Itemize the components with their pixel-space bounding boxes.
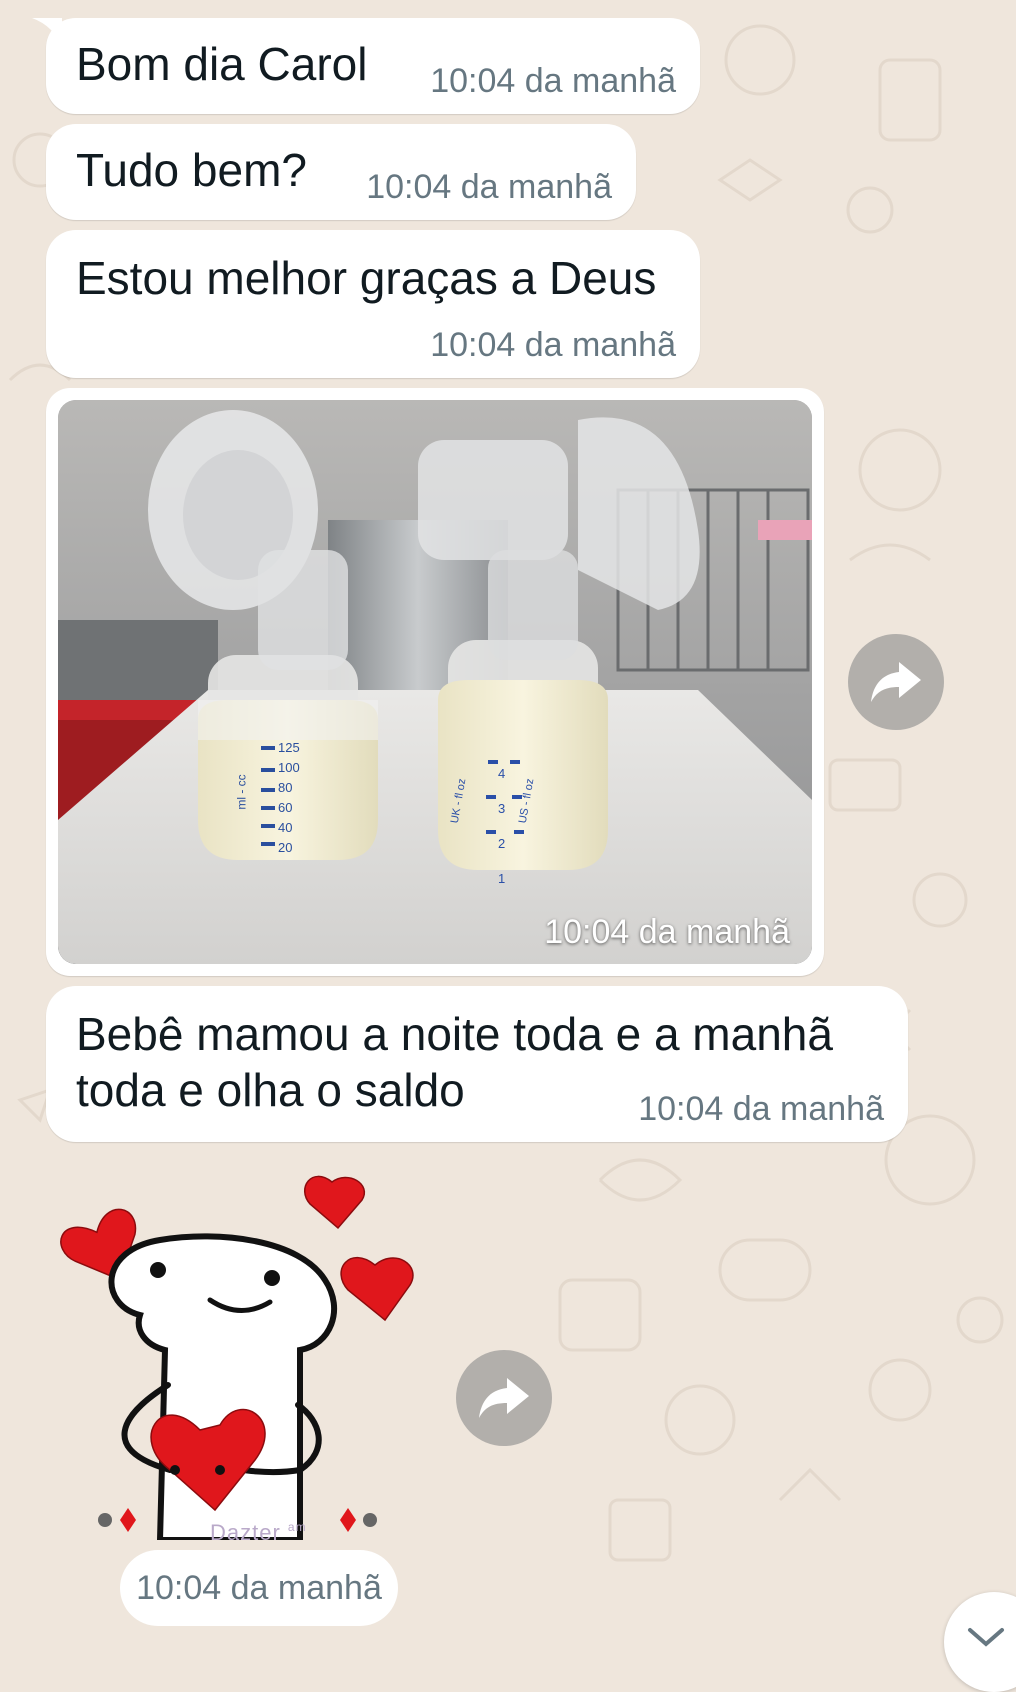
sticker-watermark-small: am bbox=[287, 1520, 307, 1534]
sticker-timestamp: 10:04 da manhã bbox=[120, 1550, 398, 1626]
forward-button[interactable] bbox=[848, 634, 944, 730]
message-bubble[interactable]: Bom dia Carol 10:04 da manhã bbox=[32, 18, 700, 114]
message-timestamp: 10:04 da manhã bbox=[430, 62, 676, 100]
image-message-bubble[interactable]: 125 100 80 60 40 20 ml - cc 4 3 2 1 UK -… bbox=[46, 388, 824, 976]
message-bubble[interactable]: Tudo bem? 10:04 da manhã bbox=[46, 124, 636, 220]
message-timestamp: 10:04 da manhã bbox=[430, 326, 676, 364]
message-bubble[interactable]: Bebê mamou a noite toda e a manhã toda e… bbox=[46, 986, 908, 1142]
chevron-down-icon bbox=[968, 1628, 1004, 1647]
message-text: Estou melhor graças a Deus bbox=[76, 252, 657, 304]
message-timestamp: 10:04 da manhã bbox=[366, 168, 612, 206]
photo-timestamp: 10:04 da manhã bbox=[544, 913, 790, 951]
forward-arrow-icon bbox=[479, 1378, 529, 1418]
flork-heart-sticker[interactable] bbox=[50, 1170, 440, 1540]
forward-button[interactable] bbox=[456, 1350, 552, 1446]
message-timestamp: 10:04 da manhã bbox=[638, 1090, 884, 1128]
sticker-watermark: Dazter am bbox=[210, 1520, 307, 1545]
message-bubble[interactable]: Estou melhor graças a Deus 10:04 da manh… bbox=[46, 230, 700, 378]
message-photo[interactable]: 125 100 80 60 40 20 ml - cc 4 3 2 1 UK -… bbox=[58, 400, 812, 964]
bubble-tail bbox=[32, 18, 62, 48]
bottle-left-unit: ml - cc bbox=[234, 774, 249, 810]
forward-arrow-icon bbox=[871, 662, 921, 702]
photo-breast-pump-bottles bbox=[58, 400, 812, 964]
message-text: Tudo bem? bbox=[76, 144, 307, 196]
message-text: Bom dia Carol bbox=[76, 38, 368, 90]
bottle-left-scale: 125 100 80 60 40 20 bbox=[278, 740, 300, 855]
bottle-right-scale: 4 3 2 1 bbox=[498, 766, 506, 886]
